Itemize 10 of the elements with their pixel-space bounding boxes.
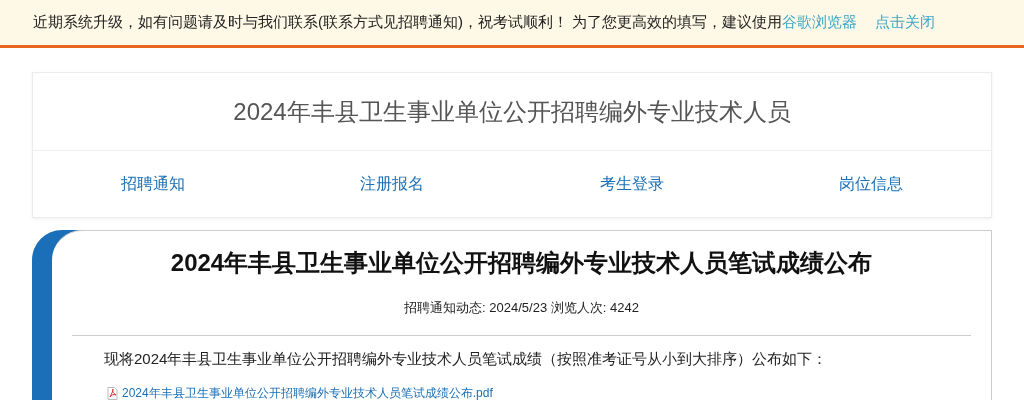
article-paragraph: 现将2024年丰县卫生事业单位公开招聘编外专业技术人员笔试成绩（按照准考证号从小到大排序）公布如下： — [104, 350, 829, 369]
site-title: 2024年丰县卫生事业单位公开招聘编外专业技术人员 — [233, 96, 791, 127]
nav-link[interactable]: 注册报名 — [360, 173, 425, 195]
notice-text: 近期系统升级，如有问题请及时与我们联系(联系方式见招聘通知)，祝考试顺利！ 为了您更高效的填写，建议使用 — [33, 13, 783, 32]
nav-link[interactable]: 招聘通知 — [120, 173, 185, 195]
nav-link[interactable]: 考生登录 — [599, 173, 664, 195]
nav-link[interactable]: 岗位信息 — [839, 173, 904, 195]
article-title: 2024年丰县卫生事业单位公开招聘编外专业技术人员笔试成绩公布 — [169, 248, 874, 278]
article-meta: 招聘通知动态: 2024/5/23 浏览人次: 4242 — [404, 300, 639, 315]
attachment-link[interactable]: 2024年丰县卫生事业单位公开招聘编外专业技术人员笔试成绩公布.pdf — [122, 385, 493, 400]
